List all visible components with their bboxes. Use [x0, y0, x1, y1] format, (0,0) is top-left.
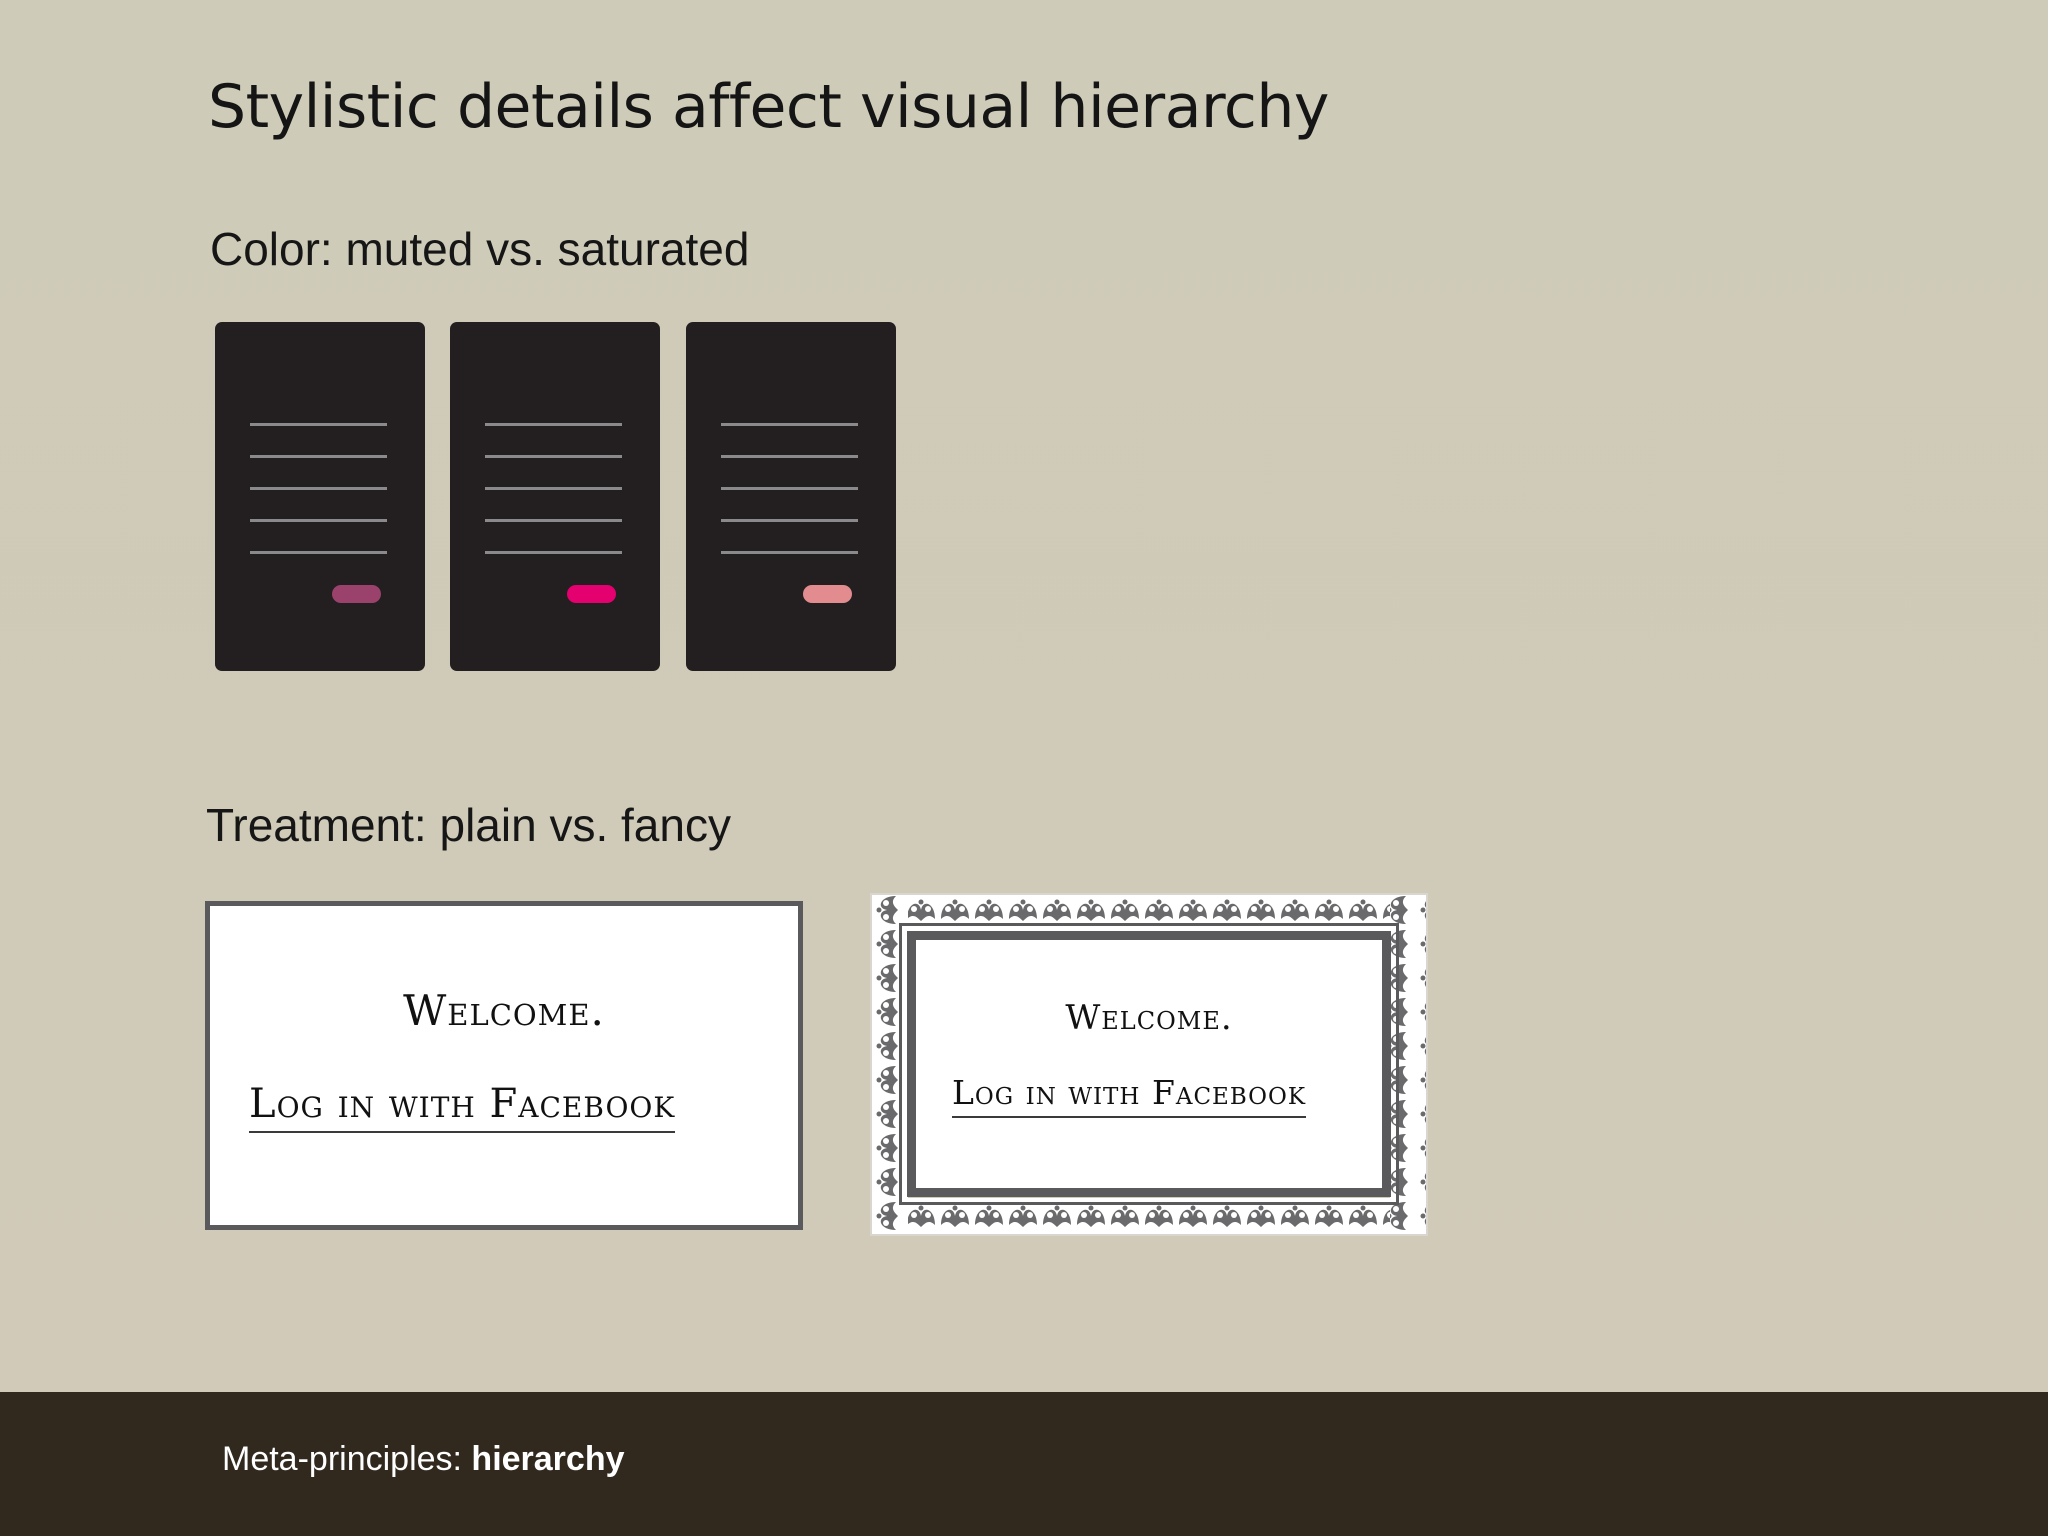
phone-mockup-light — [686, 322, 896, 671]
color-section-label: Color: muted vs. saturated — [210, 223, 750, 275]
text-line — [721, 551, 858, 554]
text-line — [250, 455, 387, 458]
fancy-card-welcome: Welcome. — [1065, 998, 1233, 1038]
text-line — [485, 423, 622, 426]
plain-card: Welcome. Log in with Facebook — [205, 901, 803, 1230]
button-pill-light — [803, 585, 852, 603]
button-pill-saturated — [567, 585, 616, 603]
footer-emphasis: hierarchy — [471, 1440, 625, 1478]
text-line — [721, 519, 858, 522]
text-line — [485, 487, 622, 490]
text-line — [250, 551, 387, 554]
fancy-card-login-link[interactable]: Log in with Facebook — [952, 1073, 1307, 1118]
treatment-section-label: Treatment: plain vs. fancy — [206, 799, 731, 851]
text-line — [250, 423, 387, 426]
text-line — [485, 519, 622, 522]
footer-bar: Meta-principles: hierarchy — [0, 1392, 2048, 1536]
text-line — [250, 487, 387, 490]
phone-mockup-saturated — [450, 322, 660, 671]
text-line — [485, 551, 622, 554]
text-line — [485, 455, 622, 458]
fancy-card: Welcome. Log in with Facebook — [870, 893, 1428, 1236]
plain-card-login-link[interactable]: Log in with Facebook — [249, 1081, 676, 1133]
button-pill-muted — [332, 585, 381, 603]
phone-mockups — [215, 322, 897, 672]
text-line — [721, 487, 858, 490]
text-line — [250, 519, 387, 522]
text-line — [721, 423, 858, 426]
plain-card-welcome: Welcome. — [403, 986, 605, 1035]
fancy-card-inner: Welcome. Log in with Facebook — [899, 923, 1399, 1205]
footer-text: Meta-principles: hierarchy — [222, 1440, 625, 1479]
footer-prefix: Meta-principles: — [222, 1440, 472, 1478]
text-line — [721, 455, 858, 458]
slide: Stylistic details affect visual hierarch… — [0, 0, 2048, 1392]
slide-title: Stylistic details affect visual hierarch… — [208, 72, 1329, 142]
phone-mockup-muted — [215, 322, 425, 671]
